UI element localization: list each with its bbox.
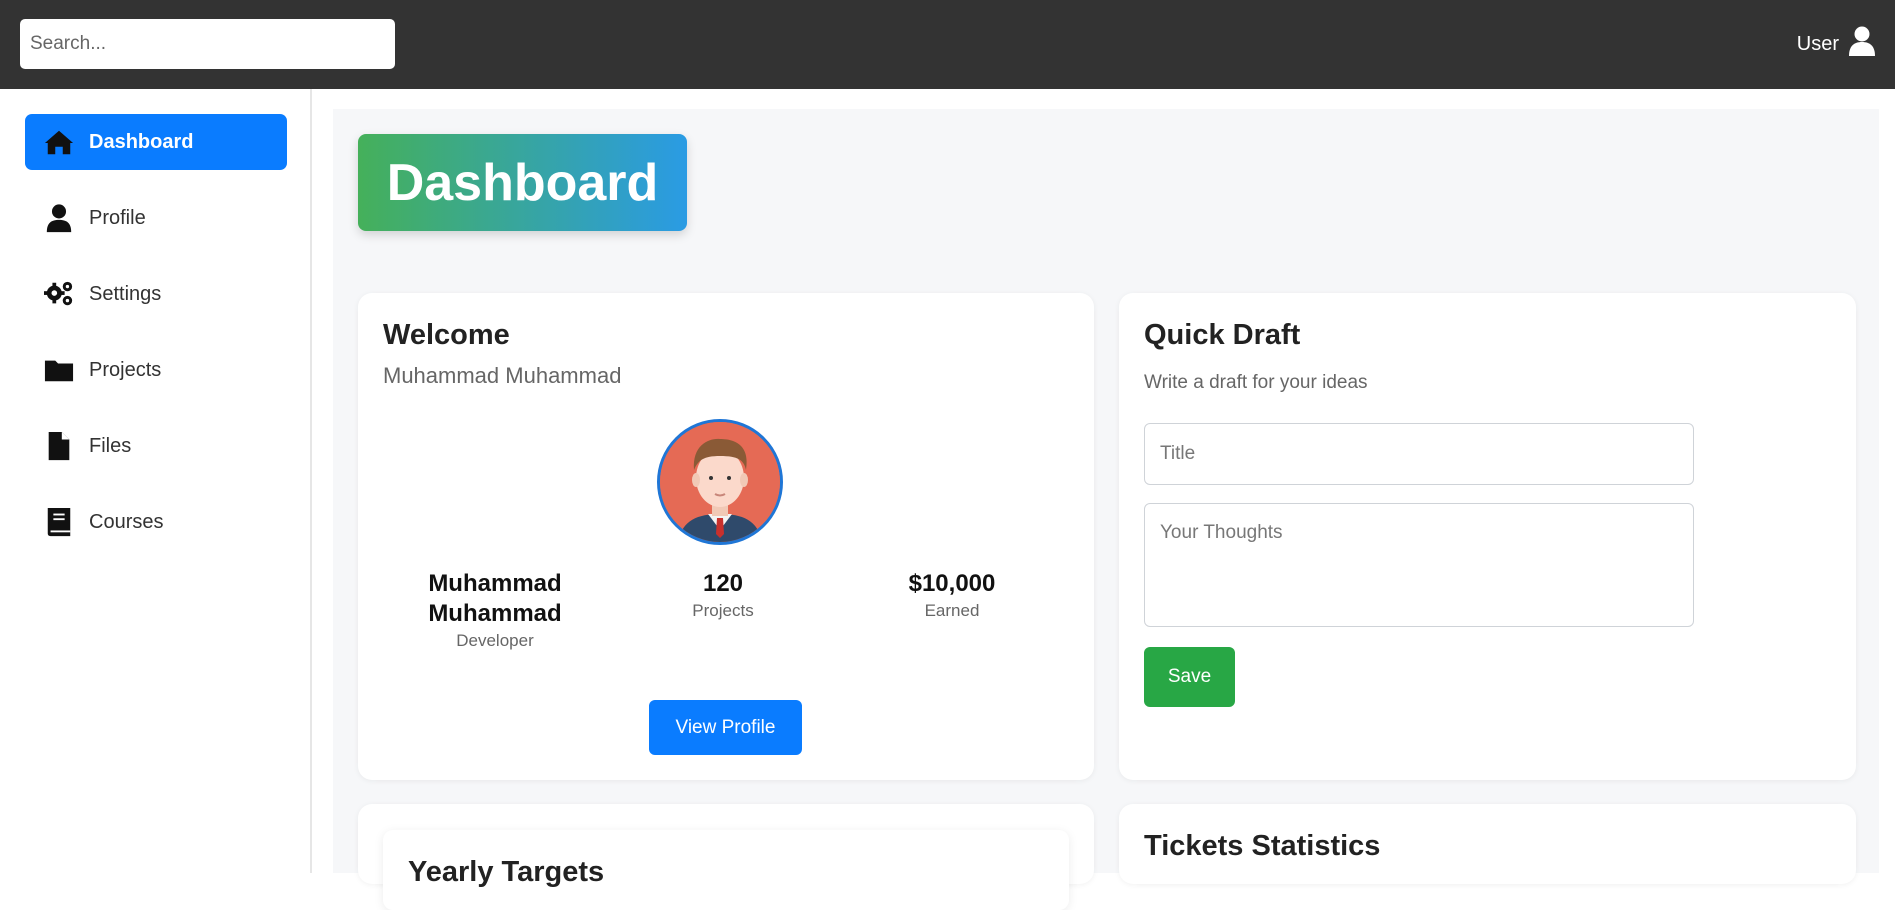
home-icon: [43, 126, 75, 158]
quick-draft-card: Quick Draft Write a draft for your ideas…: [1119, 293, 1856, 780]
yearly-targets-card: Yearly Targets: [358, 804, 1094, 910]
draft-title-input[interactable]: [1144, 423, 1694, 485]
stat-value: $10,000: [908, 570, 996, 597]
quick-draft-heading: Quick Draft: [1144, 319, 1301, 351]
stat-label: Earned: [924, 601, 980, 620]
user-label: User: [1796, 32, 1839, 55]
sidebar-item-label: Files: [89, 434, 132, 457]
user-menu[interactable]: User: [1797, 26, 1875, 62]
avatar: [657, 419, 783, 545]
sidebar-item-projects[interactable]: Projects: [25, 342, 287, 398]
tickets-statistics-heading: Tickets Statistics: [1144, 830, 1381, 862]
sidebar-item-label: Settings: [89, 282, 162, 305]
sidebar-item-profile[interactable]: Profile: [25, 190, 287, 246]
page-title: Dashboard: [358, 134, 687, 231]
stat-value: Muhammad Muhammad: [428, 570, 562, 627]
sidebar-item-label: Profile: [89, 206, 146, 229]
tickets-statistics-card: Tickets Statistics: [1119, 804, 1856, 884]
view-profile-button[interactable]: View Profile: [649, 700, 802, 755]
draft-thoughts-textarea[interactable]: [1144, 503, 1694, 627]
welcome-name: Muhammad Muhammad: [383, 363, 622, 388]
yearly-targets-inner: Yearly Targets: [383, 830, 1069, 910]
folder-icon: [43, 354, 75, 386]
welcome-card: Welcome Muhammad Muhammad Muhammad Muham…: [358, 293, 1094, 780]
book-icon: [43, 506, 75, 538]
stat-projects: 120 Projects: [613, 569, 833, 621]
sidebar: Dashboard Profile Settings Projects File…: [0, 89, 312, 873]
stat-label: Developer: [456, 631, 534, 650]
sidebar-item-courses[interactable]: Courses: [25, 494, 287, 550]
sidebar-item-label: Courses: [89, 510, 164, 533]
top-bar: User: [0, 0, 1895, 89]
gears-icon: [43, 278, 75, 310]
user-icon: [43, 202, 75, 234]
stat-label: Projects: [692, 601, 754, 620]
user-icon: [1849, 26, 1875, 62]
stat-value: 120: [702, 570, 744, 597]
stat-name: Muhammad Muhammad Developer: [385, 569, 605, 651]
quick-draft-subtitle: Write a draft for your ideas: [1144, 372, 1368, 393]
welcome-heading: Welcome: [383, 319, 510, 351]
sidebar-item-label: Dashboard: [89, 130, 194, 153]
file-icon: [43, 430, 75, 462]
sidebar-item-label: Projects: [89, 358, 162, 381]
sidebar-item-settings[interactable]: Settings: [25, 266, 287, 322]
sidebar-item-files[interactable]: Files: [25, 418, 287, 474]
search-input[interactable]: [20, 19, 395, 69]
sidebar-item-dashboard[interactable]: Dashboard: [25, 114, 287, 170]
save-button[interactable]: Save: [1144, 647, 1235, 707]
stat-earned: $10,000 Earned: [842, 569, 1062, 621]
